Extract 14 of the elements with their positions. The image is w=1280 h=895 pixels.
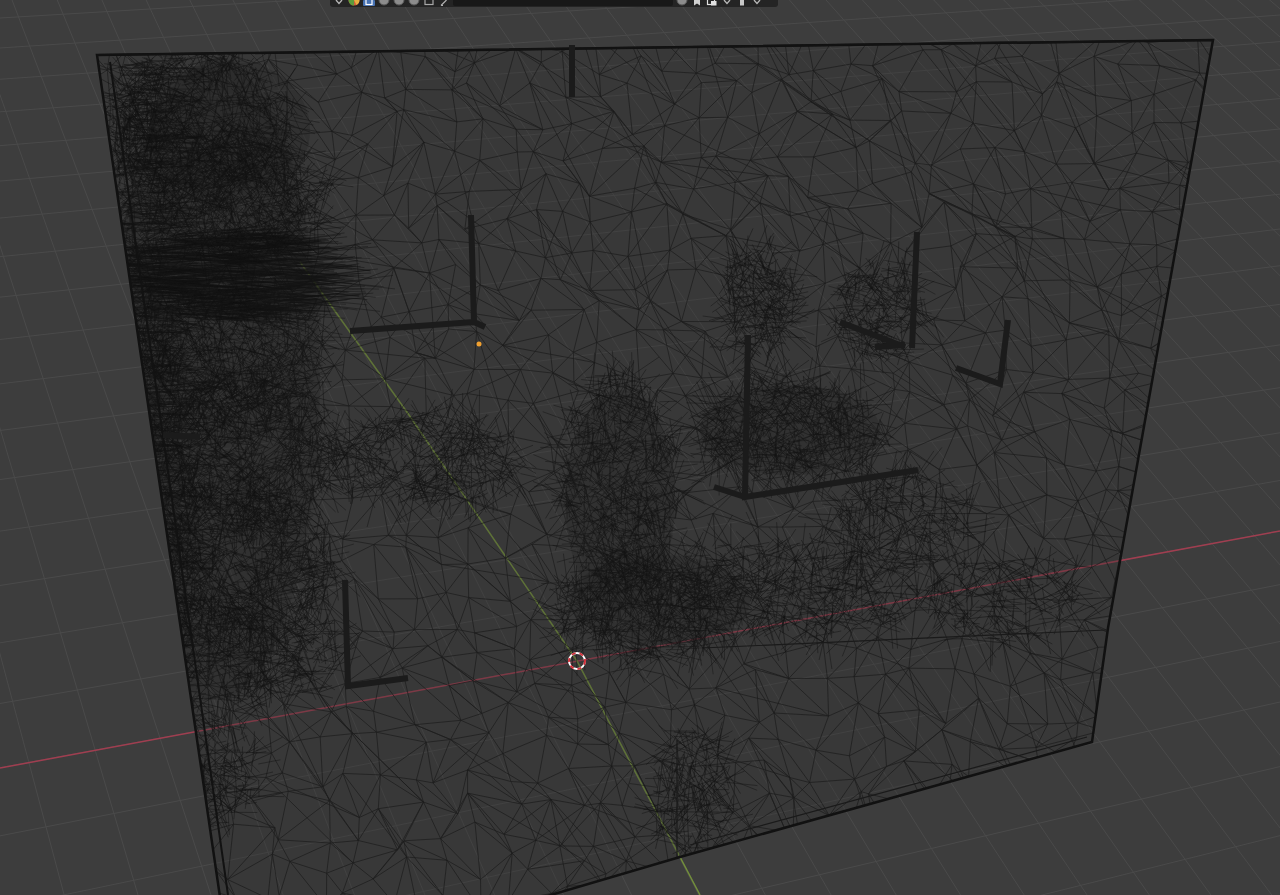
corner-marker xyxy=(569,45,575,97)
caret-icon[interactable] xyxy=(751,0,763,6)
crosshair-ring-icon xyxy=(568,652,586,670)
corner-marker xyxy=(162,432,201,440)
caret-icon[interactable] xyxy=(333,0,345,6)
text-field[interactable] xyxy=(453,0,673,6)
slash-icon[interactable] xyxy=(438,0,450,6)
bookmark-icon[interactable] xyxy=(691,0,703,6)
window-icon[interactable] xyxy=(706,0,718,6)
square-icon[interactable] xyxy=(363,0,375,6)
caret-icon[interactable] xyxy=(721,0,733,6)
origin-dot-icon xyxy=(476,341,482,347)
frame-icon[interactable] xyxy=(423,0,435,6)
corner-marker xyxy=(954,319,1011,389)
